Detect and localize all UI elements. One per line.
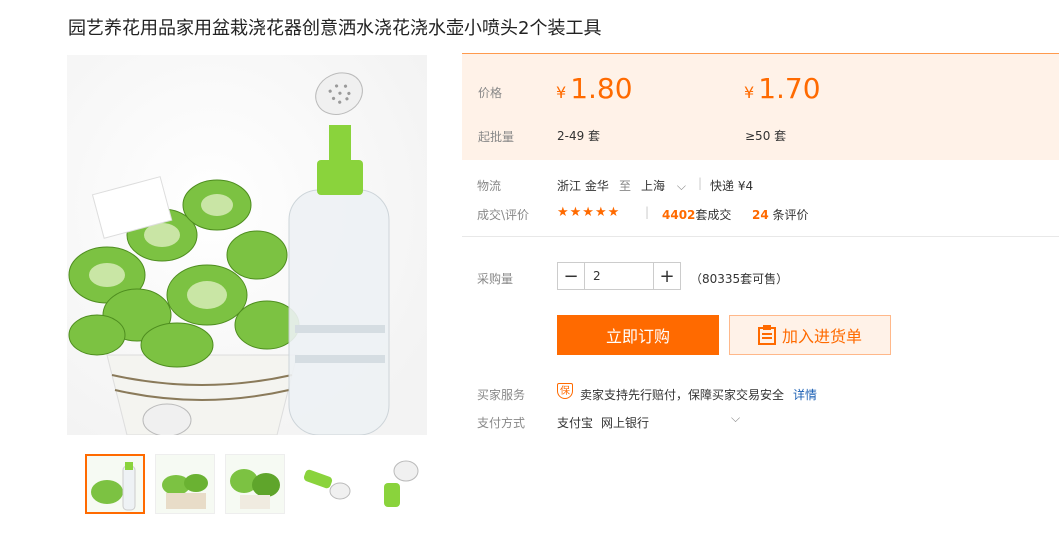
deal-count-suffix: 套成交 [695,208,732,222]
payment-method-bank: 网上银行 [601,416,650,430]
thumbnail-strip [85,454,425,514]
decrement-button[interactable]: − [558,263,584,289]
thumbnail-2[interactable] [155,454,215,514]
review-count-value: 24 [752,208,769,222]
deal-count[interactable]: 4402套成交 [662,206,731,223]
price-value: 1.80 [570,72,633,105]
ship-to-value: 上海 [641,179,666,193]
service-details-link[interactable]: 详情 [793,386,817,403]
payment-method-alipay: 支付宝 [557,416,594,430]
stock-available: （80335套可售） [690,272,789,286]
rating-stars: ★★★★★ [557,205,621,220]
currency-symbol: ¥ [744,83,755,102]
service-text: 卖家支持先行赔付，保障买家交易安全 [580,388,785,402]
divider: | [645,205,650,219]
quantity-stepper: − 2 + [557,262,681,290]
review-count[interactable]: 24 条评价 [752,206,809,223]
thumbnail-5[interactable] [365,454,425,514]
main-product-image[interactable] [67,55,427,435]
divider: | [698,176,703,190]
quantity-input[interactable]: 2 [584,263,654,289]
add-to-cart-button[interactable]: 加入进货单 [729,315,891,355]
chevron-down-icon[interactable]: ⌵ [731,411,740,426]
chevron-down-icon: ⌵ [676,179,686,193]
tier-1-qty: 2-49 套 [557,129,601,143]
buy-now-button[interactable]: 立即订购 [557,315,719,355]
ship-to-word: 至 [619,179,632,193]
thumbnail-3[interactable] [225,454,285,514]
quantity-label: 采购量 [477,272,514,286]
service-label: 买家服务 [477,388,526,402]
thumbnail-1[interactable] [85,454,145,514]
price-value: 1.70 [758,72,821,105]
ship-from: 浙江 金华 [557,179,609,193]
moq-label: 起批量 [478,130,515,144]
deals-label: 成交\评价 [477,208,530,222]
currency-symbol: ¥ [556,83,567,102]
section-divider [462,236,1059,237]
price-tier-1: ¥1.80 [556,72,633,105]
express-fee: 快递 ¥4 [710,179,754,193]
review-count-suffix: 条评价 [772,208,809,222]
clipboard-icon [757,325,776,345]
price-panel: 价格 ¥1.80 ¥1.70 起批量 2-49 套 ≥50 套 [462,53,1059,160]
price-tier-2: ¥1.70 [744,72,821,105]
add-to-cart-label: 加入进货单 [781,327,862,346]
shield-icon: 保 [557,383,573,399]
ship-to-select[interactable]: 上海 ⌵ [641,177,686,194]
deal-count-value: 4402 [662,208,696,222]
price-label: 价格 [478,86,503,100]
tier-2-qty: ≥50 套 [745,129,787,143]
thumbnail-4[interactable] [295,454,355,514]
logistics-label: 物流 [477,179,502,193]
product-title: 园艺养花用品家用盆栽浇花器创意洒水浇花浇水壶小喷头2个装工具 [68,18,602,39]
payment-label: 支付方式 [477,416,526,430]
increment-button[interactable]: + [654,263,680,289]
